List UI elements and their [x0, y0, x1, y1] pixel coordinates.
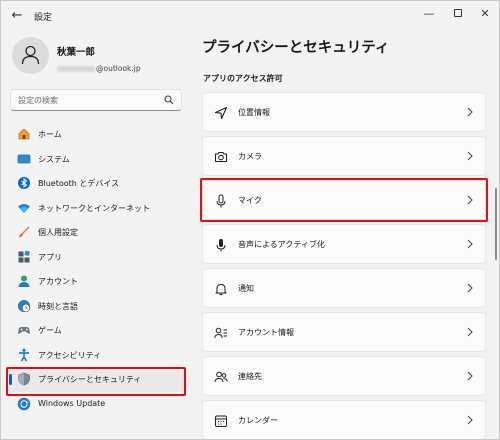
system-icon [17, 154, 31, 163]
sidebar-item-apps[interactable]: アプリ [6, 245, 186, 270]
card-label: マイク [238, 196, 262, 205]
voice-activation-icon [216, 239, 226, 252]
calendar-icon [215, 415, 227, 427]
chevron-right-icon [467, 415, 473, 425]
title-bar: ← 設定 — ✕ [1, 1, 499, 31]
location-icon [214, 106, 228, 120]
sidebar-item-label: Bluetooth とデバイス [38, 179, 120, 188]
brush-icon [19, 226, 30, 238]
user-name: 秋葉一郎 [57, 47, 96, 58]
card-label: アカウント情報 [238, 328, 294, 337]
card-label: 位置情報 [238, 108, 270, 117]
sidebar-item-label: ホーム [38, 130, 62, 139]
page-title: プライバシーとセキュリティ [202, 40, 390, 56]
gamepad-icon [18, 326, 30, 334]
contacts-icon [214, 371, 228, 383]
sidebar-item-system[interactable]: システム [6, 147, 186, 172]
search-icon [164, 95, 174, 105]
maximize-button[interactable] [444, 3, 472, 25]
chevron-right-icon [467, 151, 473, 161]
card-location[interactable]: 位置情報 [202, 92, 486, 132]
sidebar-item-label: アカウント [38, 277, 78, 286]
windows-update-icon [17, 397, 31, 410]
close-button[interactable]: ✕ [471, 3, 499, 25]
accessibility-icon [19, 348, 29, 361]
section-heading: アプリのアクセス許可 [203, 74, 283, 83]
sidebar-item-home[interactable]: ホーム [6, 122, 186, 147]
sidebar-nav: ホーム システム Bluetooth とデバイス ネットワークとインターネット [6, 122, 188, 416]
email-redaction [57, 65, 95, 72]
sidebar-item-label: Windows Update [38, 398, 106, 408]
sidebar-item-label: アクセシビリティ [38, 350, 102, 360]
selection-indicator [9, 374, 12, 385]
sidebar-item-time-language[interactable]: 時刻と言語 [6, 294, 186, 319]
card-camera[interactable]: カメラ [202, 136, 486, 176]
sidebar-item-accounts[interactable]: アカウント [6, 269, 186, 294]
sidebar-item-label: アプリ [38, 252, 62, 262]
user-icon [21, 45, 40, 65]
card-calendar[interactable]: カレンダー [202, 400, 486, 439]
chevron-right-icon [467, 195, 473, 205]
home-icon [18, 128, 30, 140]
sidebar-item-label: 時刻と言語 [38, 301, 78, 311]
sidebar-item-label: システム [38, 154, 70, 164]
sidebar-item-accessibility[interactable]: アクセシビリティ [6, 343, 186, 368]
sidebar-item-windows-update[interactable]: Windows Update [6, 392, 186, 417]
camera-icon [215, 152, 227, 162]
shield-icon [18, 372, 30, 386]
card-microphone[interactable]: マイク [202, 180, 486, 220]
card-label: カメラ [238, 152, 262, 161]
account-info-icon [214, 327, 227, 339]
avatar[interactable] [12, 37, 49, 74]
card-notifications[interactable]: 通知 [202, 268, 486, 308]
back-arrow-icon[interactable]: ← [9, 8, 25, 24]
sidebar-item-label: 個人用設定 [38, 228, 78, 237]
search-input[interactable]: 設定の検索 [10, 89, 182, 111]
chevron-right-icon [467, 107, 473, 117]
sidebar-item-gaming[interactable]: ゲーム [6, 318, 186, 343]
scrollbar-thumb[interactable] [495, 188, 497, 260]
sidebar-item-bluetooth[interactable]: Bluetooth とデバイス [6, 171, 186, 196]
search-placeholder: 設定の検索 [18, 96, 58, 105]
sidebar-item-label: ネットワークとインターネット [38, 203, 150, 213]
card-voice-activation[interactable]: 音声によるアクティブ化 [202, 224, 486, 264]
settings-window: ← 設定 — ✕ 秋葉一郎 @outlook.jp 設定の検索 ホーム システム… [0, 0, 500, 440]
maximize-icon [454, 9, 462, 17]
card-label: 通知 [238, 284, 254, 293]
card-label: 連絡先 [238, 372, 262, 381]
chevron-right-icon [467, 371, 473, 381]
sidebar-item-label: プライバシーとセキュリティ [38, 375, 142, 384]
card-account-info[interactable]: アカウント情報 [202, 312, 486, 352]
account-icon [18, 275, 30, 287]
card-label: 音声によるアクティブ化 [238, 240, 325, 249]
bell-icon [215, 284, 227, 296]
card-label: カレンダー [238, 416, 278, 425]
sidebar-item-network[interactable]: ネットワークとインターネット [6, 196, 186, 221]
user-email-suffix: @outlook.jp [96, 64, 141, 73]
sidebar-item-personalization[interactable]: 個人用設定 [6, 220, 186, 245]
minimize-button[interactable]: — [415, 3, 443, 25]
time-language-icon [18, 299, 31, 312]
wifi-icon [18, 203, 30, 213]
chevron-right-icon [467, 283, 473, 293]
sidebar-item-privacy-security[interactable]: プライバシーとセキュリティ [6, 367, 186, 392]
card-contacts[interactable]: 連絡先 [202, 356, 486, 396]
apps-icon [18, 250, 30, 262]
chevron-right-icon [467, 239, 473, 249]
app-title: 設定 [34, 13, 53, 23]
user-email: @outlook.jp [57, 58, 141, 73]
sidebar-item-label: ゲーム [38, 326, 62, 335]
chevron-right-icon [467, 327, 473, 337]
microphone-icon [216, 194, 226, 208]
bluetooth-icon [18, 177, 30, 189]
